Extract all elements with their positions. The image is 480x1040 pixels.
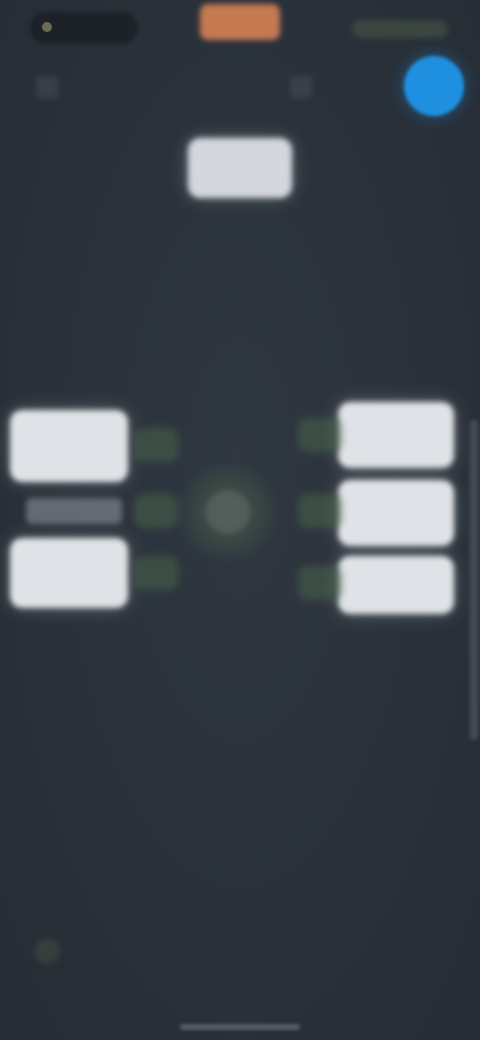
option-card-right-2[interactable]	[338, 480, 454, 546]
option-card-left-2[interactable]	[10, 538, 128, 608]
scrollbar[interactable]	[470, 420, 478, 740]
connector-right-1	[298, 418, 342, 452]
status-dot-icon	[42, 22, 52, 32]
option-bar-left	[26, 498, 122, 524]
home-indicator[interactable]	[180, 1024, 300, 1030]
corner-icon[interactable]	[34, 938, 60, 964]
menu-icon[interactable]	[36, 76, 58, 98]
connector-right-2	[298, 494, 342, 528]
connector-left-1	[134, 428, 178, 462]
status-indicators	[352, 20, 448, 38]
status-center-pill	[200, 4, 280, 40]
action-icon[interactable]	[290, 76, 312, 98]
avatar[interactable]	[404, 56, 464, 116]
option-card-right-3[interactable]	[338, 556, 454, 614]
option-card-right-1[interactable]	[338, 402, 454, 468]
connector-left-3	[134, 556, 178, 590]
status-bar	[0, 0, 480, 56]
connector-right-3	[298, 566, 342, 600]
toolbar	[0, 56, 480, 126]
top-chip[interactable]	[188, 138, 292, 198]
hub-icon[interactable]	[206, 490, 250, 534]
option-card-left-1[interactable]	[10, 410, 128, 482]
